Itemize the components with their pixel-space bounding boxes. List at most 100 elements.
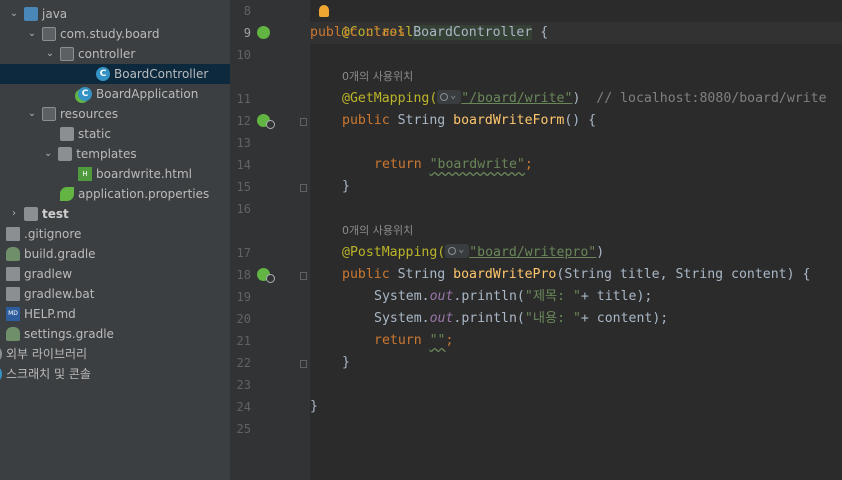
line-number[interactable]: 18 [230,264,251,286]
line-number[interactable]: 12 [230,110,251,132]
code-line-9[interactable]: public class BoardController { [310,22,548,44]
keyword: public class [310,25,414,40]
tree-item-label: HELP.md [24,307,76,321]
line-number[interactable]: 24 [230,396,251,418]
line-number[interactable]: 11 [230,88,251,110]
line-number[interactable]: 20 [230,308,251,330]
code-line-24[interactable]: } [310,396,318,418]
tree-item-label: static [78,127,111,141]
spring-mapping-gutter-icon[interactable] [257,114,275,129]
tree-item-help-md[interactable]: MD HELP.md [0,304,230,324]
folder-icon [58,147,73,161]
code-line-17[interactable]: @PostMapping("board/writepro") [342,239,604,264]
code-line-12[interactable]: public String boardWriteForm() { [342,110,596,132]
code-text: System. [374,311,430,326]
tree-item-label: application.properties [78,187,210,201]
tree-item-label: 스크래치 및 콘솔 [6,367,91,381]
code-line-14[interactable]: return "boardwrite"; [374,154,533,176]
tree-item-스크래치-및-콘솔[interactable]: 스크래치 및 콘솔 [0,364,230,384]
tree-item-templates[interactable]: ⌄ templates [0,144,230,164]
line-number[interactable]: 22 [230,352,251,374]
code-line-18[interactable]: public String boardWritePro(String title… [342,264,810,286]
tree-item-label: BoardApplication [96,87,199,101]
tree-item-resources[interactable]: ⌄ resources [0,104,230,124]
spring-boot-app-icon: C [78,87,92,101]
chevron-down-icon[interactable]: ⌄ [26,24,38,44]
line-number[interactable]: 17 [230,242,251,264]
folder-icon [24,207,38,221]
annotation-getmapping: @GetMapping( [342,91,438,106]
tree-item-label: gradlew.bat [24,287,95,301]
tree-item-label: boardwrite.html [96,167,192,181]
tree-item-label: BoardController [114,67,209,81]
tree-item-test[interactable]: › test [0,204,230,224]
tree-item-boardwrite-html[interactable]: Hboardwrite.html [0,164,230,184]
code-text: System. [374,289,430,304]
usage-hint[interactable]: 0개의 사용위치 [342,222,413,240]
line-number[interactable]: 25 [230,418,251,440]
code-comment: // localhost:8080/board/write [596,91,827,106]
endpoint-globe-icon[interactable] [445,239,470,261]
code-line-11[interactable]: @GetMapping("/board/write") // localhost… [342,85,827,110]
tree-item-controller[interactable]: ⌄ controller [0,44,230,64]
tree-item--gitignore[interactable]: .gitignore [0,224,230,244]
line-number[interactable]: 10 [230,44,251,66]
mapping-path[interactable]: "/board/write" [461,91,572,106]
lightbulb-icon[interactable] [319,5,329,17]
tree-item-boardapplication[interactable]: C BoardApplication [0,84,230,104]
chevron-down-icon[interactable]: ⌄ [42,144,54,164]
line-number[interactable]: 21 [230,330,251,352]
mapping-path[interactable]: "board/writepro" [469,245,596,260]
semicolon: ; [445,333,454,348]
bat-file-icon [6,287,20,301]
method-name: boardWriteForm [453,113,565,128]
line-number[interactable]: 9 [230,22,251,44]
tree-item-settings-gradle[interactable]: settings.gradle [0,324,230,344]
line-number[interactable]: 23 [230,374,251,396]
code-line-22[interactable]: } [342,352,350,374]
chevron-down-icon[interactable]: ⌄ [26,104,38,124]
spring-mapping-gutter-icon[interactable] [257,268,275,283]
string-literal: "제목: " [524,289,581,304]
class-name: BoardController [413,25,533,40]
endpoint-globe-icon[interactable] [437,85,462,107]
line-number[interactable]: 13 [230,132,251,154]
fold-marker-icon[interactable] [300,118,307,126]
tree-item-application-properties[interactable]: application.properties [0,184,230,204]
tree-item-static[interactable]: static [0,124,230,144]
tree-item-label: com.study.board [60,27,160,41]
tree-item-gradlew[interactable]: gradlew [0,264,230,284]
chevron-right-icon[interactable]: › [8,204,20,224]
chevron-down-icon[interactable]: ⌄ [8,4,20,24]
line-number[interactable]: 15 [230,176,251,198]
string-literal: "" [429,333,446,348]
line-number[interactable]: 14 [230,154,251,176]
folder-icon [24,7,38,21]
markdown-file-icon: MD [6,307,20,321]
tree-item-com-study-board[interactable]: ⌄ com.study.board [0,24,230,44]
code-text: .println( [453,311,525,326]
tree-item-java[interactable]: ⌄ java [0,4,230,24]
fold-marker-icon[interactable] [300,360,307,368]
code-editor[interactable]: @Controller public class BoardController… [310,0,842,480]
chevron-down-icon[interactable]: ⌄ [44,44,56,64]
tree-item-label: build.gradle [24,247,96,261]
usage-hint[interactable]: 0개의 사용위치 [342,68,413,86]
line-number[interactable]: 19 [230,286,251,308]
tree-item-gradlew-bat[interactable]: gradlew.bat [0,284,230,304]
code-line-21[interactable]: return ""; [374,330,453,352]
line-number[interactable]: 16 [230,198,251,220]
tree-item-외부-라이브러리[interactable]: 외부 라이브러리 [0,344,230,364]
code-line-20[interactable]: System.out.println("내용: "+ content); [374,308,668,330]
tree-item-boardcontroller[interactable]: C BoardController [0,64,230,84]
tree-item-build-gradle[interactable]: build.gradle [0,244,230,264]
code-line-15[interactable]: } [342,176,350,198]
spring-bean-gutter-icon[interactable] [257,26,270,39]
tree-item-label: .gitignore [24,227,82,241]
code-line-19[interactable]: System.out.println("제목: "+ title); [374,286,652,308]
fold-marker-icon[interactable] [300,272,307,280]
keyword: public [342,267,398,282]
line-number[interactable]: 8 [230,0,251,22]
project-tool-window: ⌄ java ⌄ com.study.board ⌄ controller C BoardCo… [0,0,230,480]
fold-marker-icon[interactable] [300,184,307,192]
